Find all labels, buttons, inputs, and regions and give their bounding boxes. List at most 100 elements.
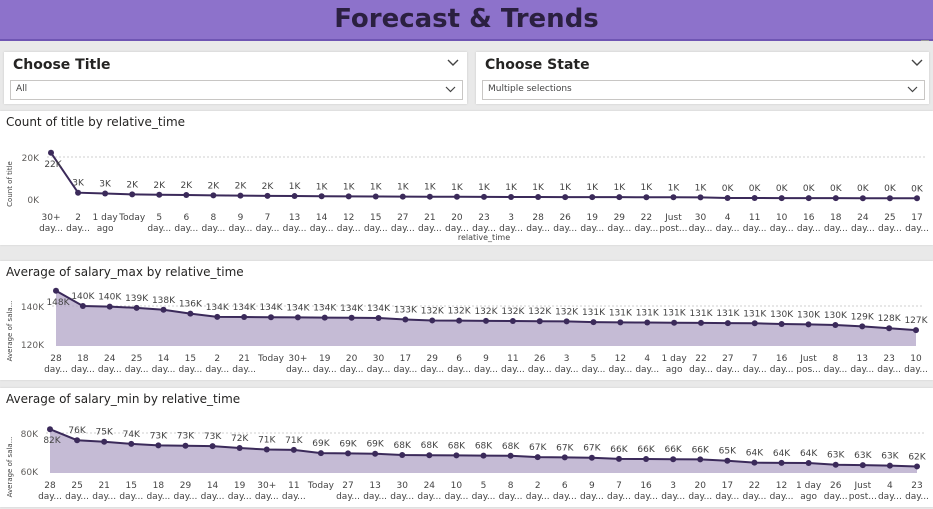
x-tick-label: 15 <box>185 354 196 364</box>
x-tick-label: day... <box>582 365 606 375</box>
x-tick-label: day... <box>146 492 170 502</box>
data-label: 131K <box>689 309 713 319</box>
data-label: 132K <box>555 307 579 317</box>
x-tick-label: post... <box>659 224 687 234</box>
data-point <box>345 193 352 200</box>
state-dropdown[interactable]: Multiple selections <box>482 80 925 100</box>
data-point <box>535 194 542 201</box>
data-point <box>886 325 893 332</box>
x-tick-label: day... <box>878 492 902 502</box>
x-tick-label: day... <box>310 224 334 234</box>
data-label: 64K <box>773 449 791 459</box>
x-tick-label: day... <box>393 365 417 375</box>
data-point <box>268 314 274 321</box>
x-tick-label: Just <box>799 354 817 364</box>
chevron-down-icon[interactable] <box>910 56 924 70</box>
x-tick-label: day... <box>391 224 415 234</box>
x-tick-label: 4 <box>644 354 650 364</box>
data-label: 2K <box>153 181 166 191</box>
x-tick-label: day... <box>119 492 143 502</box>
title-dropdown[interactable]: All <box>10 80 463 100</box>
data-label: 1K <box>613 183 626 193</box>
chevron-down-icon[interactable] <box>446 56 460 70</box>
x-axis-label: relative_time <box>458 233 510 242</box>
x-tick-label: 24 <box>104 354 116 364</box>
data-label: 1K <box>343 182 356 192</box>
data-point <box>128 440 135 447</box>
data-point <box>508 193 515 200</box>
x-tick-label: day... <box>229 224 253 234</box>
x-tick-label: day... <box>850 365 874 375</box>
x-tick-label: 24 <box>857 213 869 223</box>
data-point <box>263 446 270 453</box>
data-label: 3K <box>99 180 112 190</box>
x-tick-label: 18 <box>830 213 842 223</box>
data-point <box>183 192 190 199</box>
x-tick-label: ago <box>97 224 114 234</box>
data-point <box>536 318 543 325</box>
data-label: 139K <box>125 294 149 304</box>
data-label: 0K <box>749 184 762 194</box>
x-tick-label: day... <box>418 224 442 234</box>
data-point <box>294 314 301 321</box>
x-tick-label: day... <box>201 492 225 502</box>
x-tick-label: day... <box>770 224 794 234</box>
x-tick-label: day... <box>661 492 685 502</box>
x-tick-label: 7 <box>265 213 271 223</box>
data-point <box>534 454 541 461</box>
x-tick-label: day... <box>770 492 794 502</box>
data-label: 66K <box>610 445 628 455</box>
data-point <box>101 438 108 445</box>
data-point <box>778 195 785 202</box>
data-point <box>291 193 298 200</box>
data-point <box>615 455 622 462</box>
x-tick-label: day... <box>555 365 579 375</box>
x-tick-label: day... <box>716 224 740 234</box>
data-label: 138K <box>152 296 176 306</box>
data-label: 132K <box>528 307 552 317</box>
x-tick-label: 3 <box>508 213 514 223</box>
data-point <box>399 193 406 200</box>
data-point <box>724 194 731 201</box>
x-tick-label: 28 <box>50 354 62 364</box>
x-tick-label: 8 <box>833 354 839 364</box>
data-label: 128K <box>878 314 902 324</box>
x-tick-label: day... <box>743 224 767 234</box>
data-label: 73K <box>204 432 222 442</box>
x-tick-label: day... <box>255 492 279 502</box>
x-tick-label: 20 <box>451 213 463 223</box>
x-tick-label: 10 <box>451 481 463 491</box>
chevron-down-icon <box>907 86 918 93</box>
x-tick-label: day... <box>553 224 577 234</box>
data-point <box>751 459 758 466</box>
data-point <box>155 442 162 449</box>
data-point <box>805 321 812 328</box>
data-label: 2K <box>235 182 248 192</box>
data-label: 65K <box>719 447 737 457</box>
x-tick-label: 13 <box>289 213 300 223</box>
data-label: 0K <box>776 184 789 194</box>
x-tick-label: day... <box>878 224 902 234</box>
x-tick-label: 1 day <box>662 354 688 364</box>
data-label: 71K <box>285 436 303 446</box>
x-tick-label: Just <box>664 213 682 223</box>
x-tick-label: day... <box>364 224 388 234</box>
x-tick-label: 4 <box>887 481 893 491</box>
x-tick-label: day... <box>228 492 252 502</box>
x-tick-label: 7 <box>616 481 622 491</box>
x-tick-label: 9 <box>483 354 489 364</box>
x-tick-label: 3 <box>564 354 570 364</box>
data-label: 131K <box>663 309 687 319</box>
data-label: 1K <box>370 182 383 192</box>
y-axis-label: Average of sala... <box>6 437 14 498</box>
x-tick-label: Today <box>257 354 285 364</box>
x-tick-label: 27 <box>342 481 353 491</box>
x-tick-label: day... <box>689 365 713 375</box>
data-point <box>643 194 650 201</box>
x-tick-label: 5 <box>481 481 487 491</box>
data-label: 1K <box>559 183 572 193</box>
page-header: Forecast & Trends <box>0 0 933 41</box>
y-tick-label: 120K <box>21 341 45 351</box>
x-tick-label: 23 <box>911 481 922 491</box>
data-label: 0K <box>911 184 924 194</box>
